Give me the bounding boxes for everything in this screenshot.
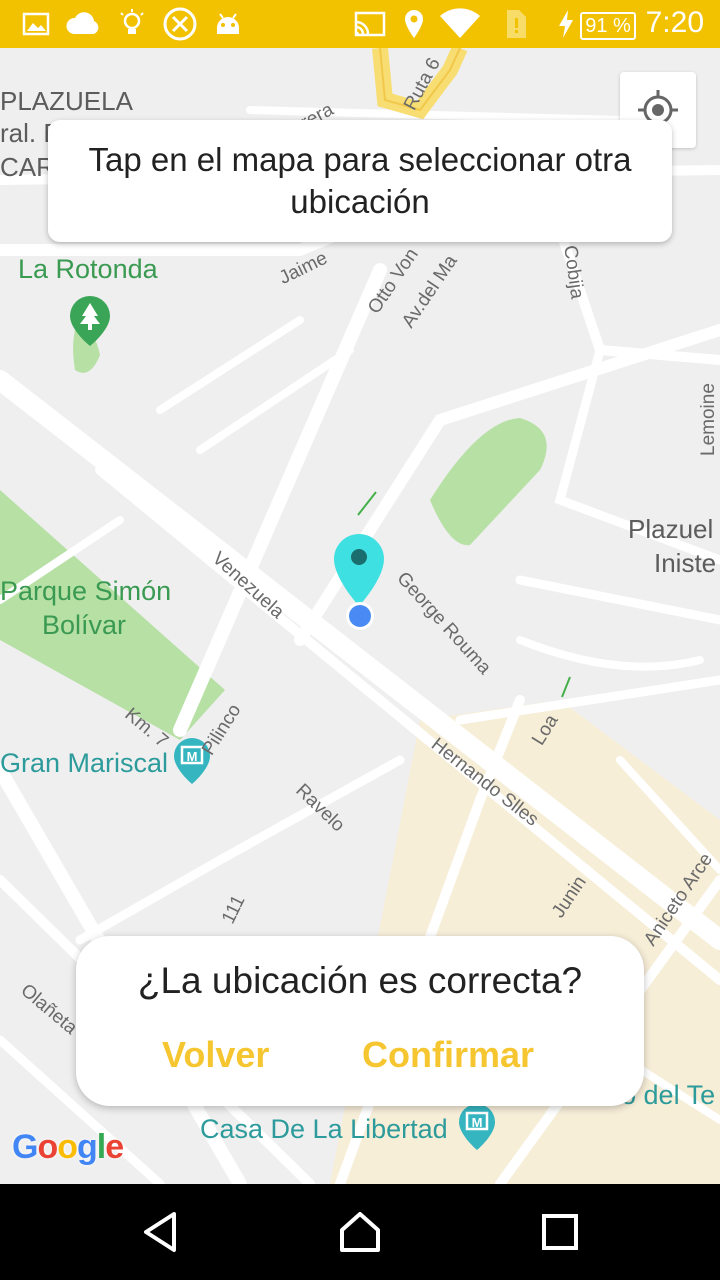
svg-text:M: M: [187, 749, 198, 764]
poi-label-la-rotonda[interactable]: La Rotonda: [18, 254, 158, 285]
poi-label-gran-mariscal[interactable]: Gran Mariscal: [0, 748, 168, 779]
svg-text:M: M: [472, 1115, 483, 1130]
cast-icon: [354, 11, 386, 37]
navigation-bar: [0, 1184, 720, 1280]
district-label: PLAZUELA: [0, 86, 133, 116]
poi-label-parque[interactable]: Bolívar: [42, 610, 126, 641]
recents-nav-icon[interactable]: [532, 1204, 588, 1260]
confirm-question: ¿La ubicación es correcta?: [137, 960, 583, 1001]
close-circle-icon: [163, 7, 197, 41]
poi-label-parque[interactable]: Parque Simón: [0, 576, 171, 607]
poi-label-casa-libertad[interactable]: Casa De La Libertad: [200, 1114, 448, 1145]
home-nav-icon[interactable]: [332, 1204, 388, 1260]
clock: 7:20: [645, 6, 704, 39]
lightbulb-icon: [120, 9, 144, 34]
confirm-dialog: ¿La ubicación es correcta? Volver Confir…: [76, 936, 644, 1106]
street-label: Lemoine: [698, 383, 719, 456]
district-label: Iniste: [654, 548, 717, 578]
status-bar: 91 % 7:20: [0, 0, 720, 48]
back-button[interactable]: Volver: [162, 1034, 269, 1076]
park-marker-icon[interactable]: [68, 294, 112, 348]
google-logo: Google: [12, 1128, 124, 1166]
no-sim-icon: [507, 10, 526, 38]
confirm-button[interactable]: Confirmar: [362, 1034, 534, 1076]
wifi-icon: [440, 8, 480, 38]
current-location-dot-icon: [346, 602, 374, 630]
location-icon: [405, 10, 423, 38]
android-icon: [217, 13, 239, 34]
back-nav-icon[interactable]: [132, 1204, 188, 1260]
cloud-icon: [66, 12, 99, 34]
battery-level: 91 %: [580, 12, 636, 40]
gallery-icon: [22, 12, 50, 36]
museum-marker-icon[interactable]: M: [457, 1102, 497, 1152]
district-label: Plazuel: [628, 514, 714, 544]
tip-banner: Tap en el mapa para seleccionar otra ubi…: [48, 120, 672, 242]
charging-icon: [559, 10, 573, 38]
selected-location-pin-icon[interactable]: [332, 532, 386, 608]
